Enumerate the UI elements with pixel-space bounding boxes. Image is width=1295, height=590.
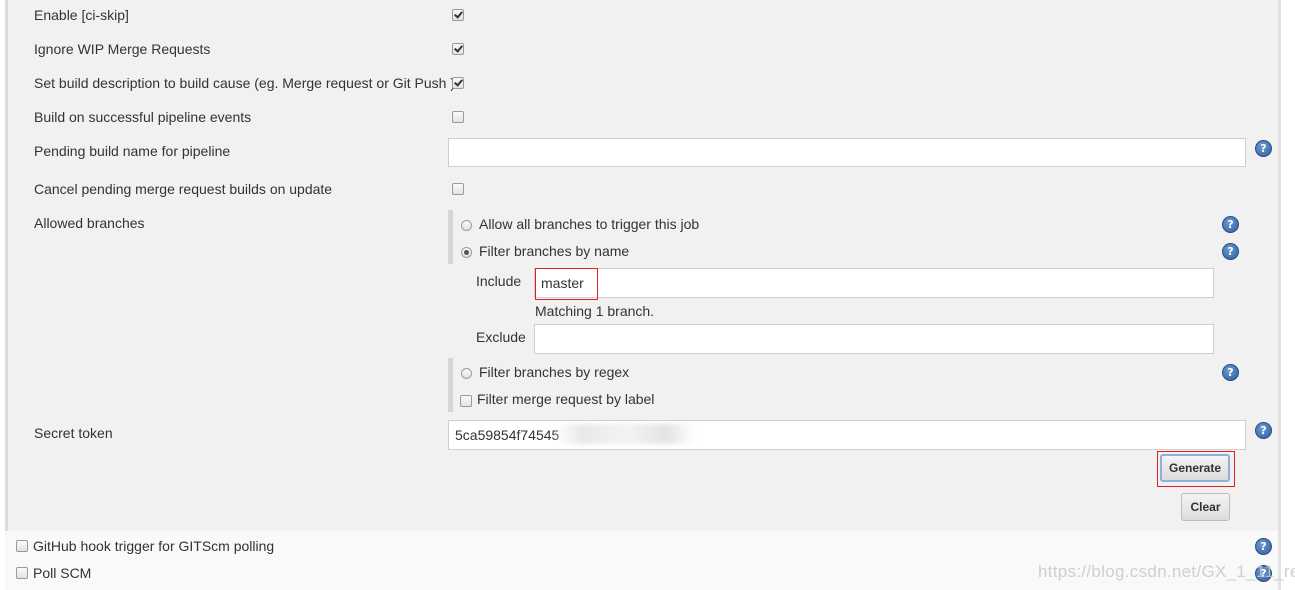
ci-skip-checkbox[interactable]: [452, 9, 464, 21]
include-highlight-box: [535, 268, 598, 300]
filter-by-name-label: Filter branches by name: [479, 243, 630, 259]
build-description-checkbox[interactable]: [452, 77, 464, 89]
pipeline-events-label: Build on successful pipeline events: [34, 109, 252, 125]
ci-skip-label: Enable [ci-skip]: [34, 7, 129, 23]
filter-by-regex-radio[interactable]: [461, 368, 472, 379]
help-icon[interactable]: ?: [1255, 140, 1272, 157]
right-divider: [1278, 0, 1281, 590]
allow-all-radio[interactable]: [461, 220, 472, 231]
pending-build-name-input[interactable]: [448, 138, 1246, 167]
poll-scm-checkbox[interactable]: [16, 567, 28, 579]
matching-branch-text: Matching 1 branch.: [535, 303, 655, 319]
cancel-pending-label: Cancel pending merge request builds on u…: [34, 181, 333, 197]
build-description-label: Set build description to build cause (eg…: [34, 75, 455, 91]
filter-by-label-label: Filter merge request by label: [477, 391, 655, 407]
secret-token-label: Secret token: [34, 425, 113, 441]
ignore-wip-checkbox[interactable]: [452, 43, 464, 55]
ignore-wip-label: Ignore WIP Merge Requests: [34, 41, 211, 57]
github-hook-label: GitHub hook trigger for GITScm polling: [33, 538, 275, 554]
watermark-text: https://blog.csdn.net/GX_1_11_real: [1038, 562, 1295, 581]
filter-by-label-checkbox[interactable]: [460, 395, 472, 407]
generate-highlight-box: [1157, 451, 1235, 487]
redacted-token-blur: [555, 424, 695, 444]
clear-button[interactable]: Clear: [1181, 493, 1230, 521]
include-label: Include: [476, 273, 522, 289]
include-input[interactable]: [534, 268, 1214, 298]
poll-scm-label: Poll SCM: [33, 565, 92, 581]
cancel-pending-checkbox[interactable]: [452, 183, 464, 195]
help-icon[interactable]: ?: [1222, 216, 1239, 233]
pipeline-events-checkbox[interactable]: [452, 111, 464, 123]
help-icon[interactable]: ?: [1222, 243, 1239, 260]
exclude-label: Exclude: [476, 329, 526, 345]
allowed-branches-label: Allowed branches: [34, 215, 145, 231]
help-icon[interactable]: ?: [1255, 538, 1272, 555]
exclude-input[interactable]: [534, 324, 1214, 354]
help-icon[interactable]: ?: [1222, 364, 1239, 381]
help-icon[interactable]: ?: [1255, 422, 1272, 439]
pending-build-name-label: Pending build name for pipeline: [34, 143, 231, 159]
filter-by-name-radio[interactable]: [461, 247, 472, 258]
allow-all-label: Allow all branches to trigger this job: [479, 216, 700, 232]
github-hook-checkbox[interactable]: [16, 540, 28, 552]
filter-by-regex-label: Filter branches by regex: [479, 364, 630, 380]
